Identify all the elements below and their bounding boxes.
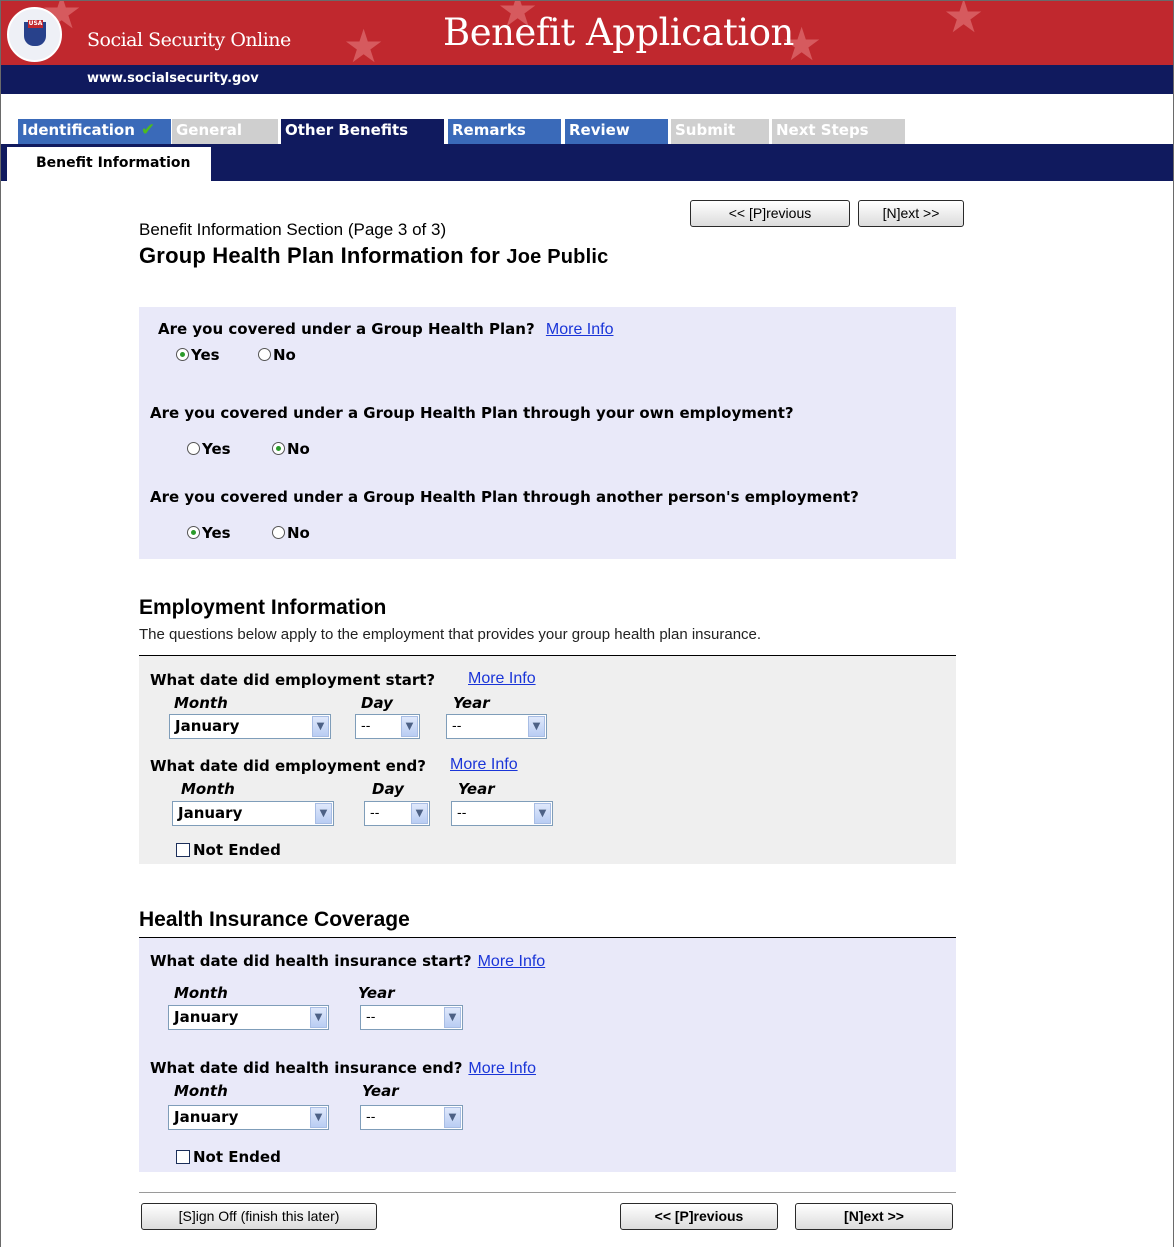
group-plan-panel: Are you covered under a Group Health Pla… bbox=[139, 307, 956, 559]
chevron-down-icon bbox=[444, 1107, 461, 1128]
tab-general: General bbox=[172, 119, 278, 144]
next-button[interactable]: [N]ext >> bbox=[795, 1203, 953, 1230]
url-bar: www.socialsecurity.gov bbox=[1, 65, 1173, 94]
month-label: Month bbox=[181, 780, 235, 798]
chevron-down-icon bbox=[534, 803, 551, 824]
employment-heading: Employment Information bbox=[139, 596, 387, 619]
tab-review[interactable]: Review bbox=[565, 119, 668, 144]
radio-q3-yes[interactable]: Yes bbox=[187, 524, 231, 542]
radio-empty-icon bbox=[187, 442, 200, 455]
month-label: Month bbox=[174, 694, 228, 712]
employment-panel: What date did employment start? More Inf… bbox=[139, 656, 956, 864]
page-title: Group Health Plan Information for Joe Pu… bbox=[139, 243, 609, 268]
more-info-link[interactable]: More Info bbox=[546, 321, 614, 338]
radio-empty-icon bbox=[272, 526, 285, 539]
previous-button[interactable]: << [P]revious bbox=[690, 200, 850, 227]
sign-off-button[interactable]: [S]ign Off (finish this later) bbox=[141, 1203, 377, 1230]
question-employment-end: What date did employment end? bbox=[150, 757, 426, 775]
month-label: Month bbox=[174, 1082, 228, 1100]
start-day-select[interactable]: -- bbox=[355, 714, 420, 739]
question-employment-start: What date did employment start? bbox=[150, 671, 436, 689]
next-button[interactable]: [N]ext >> bbox=[858, 200, 964, 227]
star-decoration: ★ bbox=[943, 1, 985, 43]
year-label: Year bbox=[358, 984, 395, 1002]
app-title: Benefit Application bbox=[443, 11, 794, 54]
end-month-select[interactable]: January bbox=[172, 801, 334, 826]
star-decoration: ★ bbox=[343, 19, 385, 65]
radio-q2-yes[interactable]: Yes bbox=[187, 440, 231, 458]
coverage-end-year-select[interactable]: -- bbox=[360, 1105, 463, 1130]
tab-remarks[interactable]: Remarks bbox=[448, 119, 561, 144]
site-url[interactable]: www.socialsecurity.gov bbox=[87, 71, 259, 86]
radio-q1-yes[interactable]: Yes bbox=[176, 346, 220, 364]
not-ended-checkbox[interactable]: Not Ended bbox=[176, 1148, 281, 1166]
checkbox-box bbox=[176, 1150, 190, 1164]
more-info-link[interactable]: More Info bbox=[468, 1060, 536, 1077]
subtab-benefit-information[interactable]: Benefit Information bbox=[7, 147, 211, 181]
start-year-select[interactable]: -- bbox=[446, 714, 547, 739]
more-info-link[interactable]: More Info bbox=[478, 953, 546, 970]
end-year-select[interactable]: -- bbox=[451, 801, 553, 826]
site-header: ★ ★ ★ ★ ★ USA Social Security Online Ben… bbox=[1, 1, 1173, 65]
year-label: Year bbox=[458, 780, 495, 798]
coverage-start-year-select[interactable]: -- bbox=[360, 1005, 463, 1030]
ssa-seal-logo[interactable]: USA bbox=[7, 7, 62, 62]
previous-button[interactable]: << [P]revious bbox=[620, 1203, 778, 1230]
radio-q1-no[interactable]: No bbox=[258, 346, 296, 364]
question-insurance-start: What date did health insurance start? Mor… bbox=[150, 952, 546, 970]
checkmark-icon: ✔ bbox=[140, 120, 156, 140]
tab-next-steps: Next Steps bbox=[772, 119, 905, 144]
subtab-bar: Benefit Information bbox=[1, 144, 1173, 181]
tab-identification[interactable]: Identification ✔ bbox=[18, 119, 171, 144]
coverage-heading: Health Insurance Coverage bbox=[139, 908, 410, 931]
section-label: Benefit Information Section (Page 3 of 3… bbox=[139, 220, 447, 239]
coverage-end-month-select[interactable]: January bbox=[168, 1105, 329, 1130]
coverage-start-month-select[interactable]: January bbox=[168, 1005, 329, 1030]
employment-intro: The questions below apply to the employm… bbox=[139, 626, 762, 643]
coverage-panel: What date did health insurance start? Mor… bbox=[139, 938, 956, 1172]
tab-bar: Identification ✔ General Other Benefits R… bbox=[1, 119, 1173, 144]
chevron-down-icon bbox=[312, 716, 329, 737]
not-ended-checkbox[interactable]: Not Ended bbox=[176, 841, 281, 859]
more-info-link[interactable]: More Info bbox=[450, 756, 518, 774]
brand-name[interactable]: Social Security Online bbox=[87, 29, 291, 51]
chevron-down-icon bbox=[411, 803, 428, 824]
checkbox-box bbox=[176, 843, 190, 857]
tab-submit: Submit bbox=[671, 119, 769, 144]
year-label: Year bbox=[453, 694, 490, 712]
radio-q2-no[interactable]: No bbox=[272, 440, 310, 458]
chevron-down-icon bbox=[528, 716, 545, 737]
applicant-name: Joe Public bbox=[506, 246, 609, 268]
chevron-down-icon bbox=[401, 716, 418, 737]
radio-selected-icon bbox=[187, 526, 200, 539]
month-label: Month bbox=[174, 984, 228, 1002]
question-other-employment: Are you covered under a Group Health Pla… bbox=[150, 488, 859, 506]
chevron-down-icon bbox=[315, 803, 332, 824]
start-month-select[interactable]: January bbox=[169, 714, 331, 739]
radio-empty-icon bbox=[258, 348, 271, 361]
year-label: Year bbox=[362, 1082, 399, 1100]
radio-q3-no[interactable]: No bbox=[272, 524, 310, 542]
radio-selected-icon bbox=[176, 348, 189, 361]
day-label: Day bbox=[372, 780, 404, 798]
end-day-select[interactable]: -- bbox=[364, 801, 430, 826]
tab-other-benefits[interactable]: Other Benefits bbox=[281, 119, 444, 144]
chevron-down-icon bbox=[310, 1107, 327, 1128]
day-label: Day bbox=[361, 694, 393, 712]
chevron-down-icon bbox=[444, 1007, 461, 1028]
chevron-down-icon bbox=[310, 1007, 327, 1028]
divider bbox=[139, 1192, 956, 1193]
more-info-link[interactable]: More Info bbox=[468, 670, 536, 688]
question-insurance-end: What date did health insurance end? More … bbox=[150, 1059, 536, 1077]
question-own-employment: Are you covered under a Group Health Pla… bbox=[150, 404, 794, 422]
radio-selected-icon bbox=[272, 442, 285, 455]
question-group-plan: Are you covered under a Group Health Pla… bbox=[158, 320, 614, 338]
